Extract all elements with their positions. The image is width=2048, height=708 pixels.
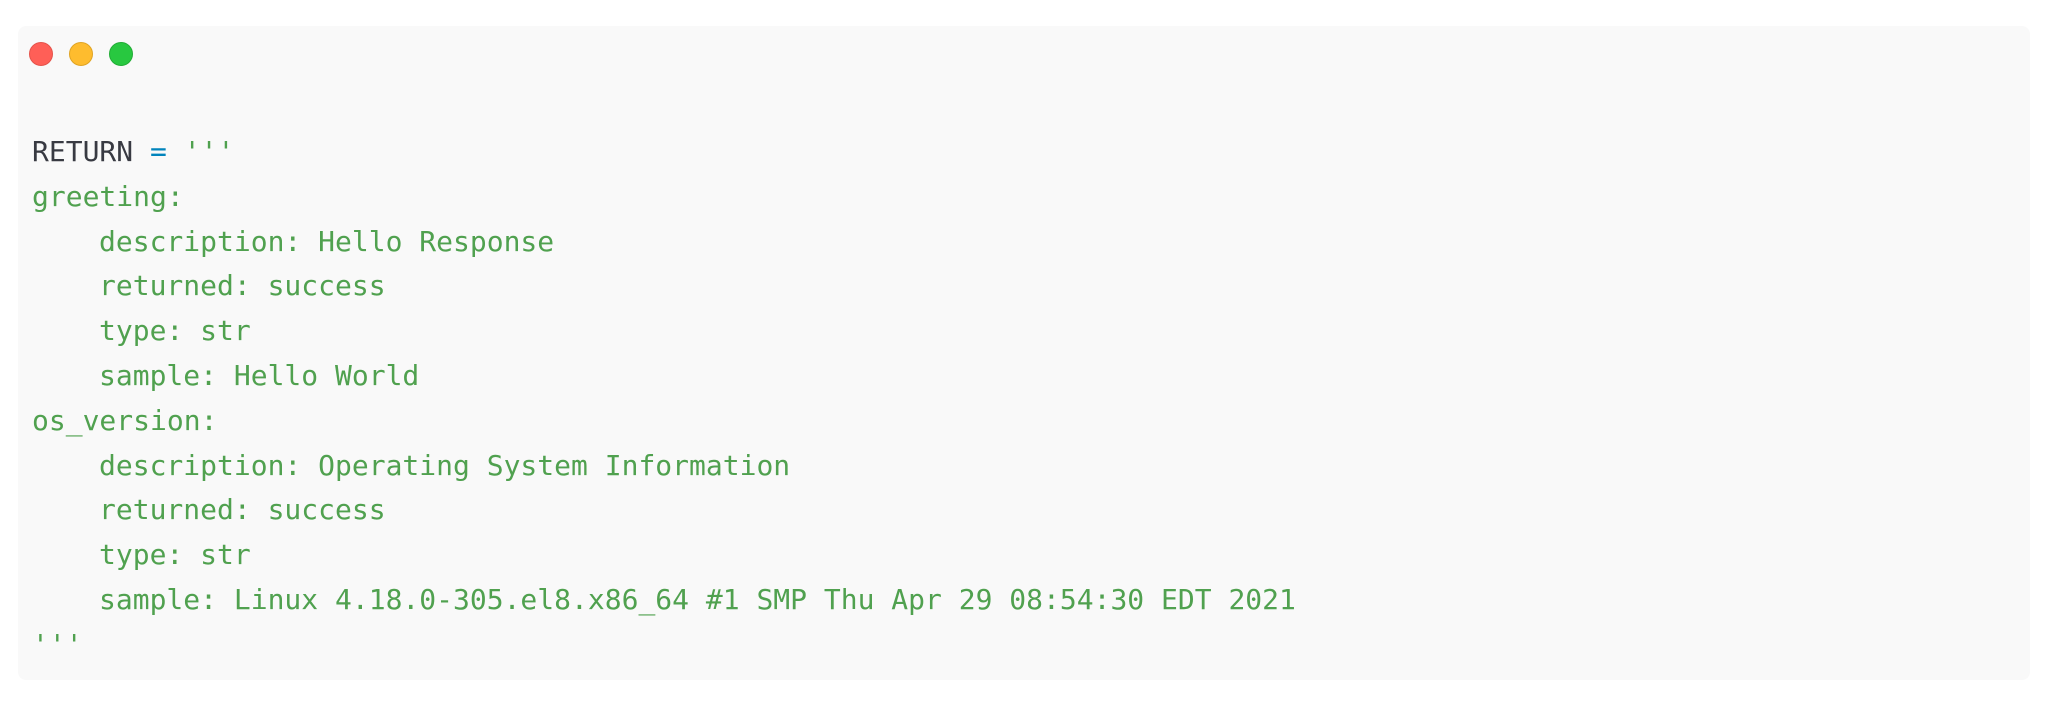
maximize-window-button[interactable] bbox=[109, 42, 133, 66]
string-open-quote: ''' bbox=[183, 135, 235, 168]
code-line-2: greeting: bbox=[32, 179, 184, 213]
code-line-7: os_version: bbox=[32, 403, 218, 437]
code-line-9: returned: success bbox=[99, 493, 386, 527]
code-line-1: RETURN = ''' bbox=[32, 130, 1296, 175]
code-block: RETURN = ''' greeting: description: Hello … bbox=[32, 130, 1296, 668]
code-line-10: type: str bbox=[99, 538, 251, 572]
code-line-8: description: Operating System Informatio… bbox=[99, 448, 791, 482]
code-line-11: sample: Linux 4.18.0-305.el8.x86_64 #1 S… bbox=[99, 582, 1296, 616]
code-line-12: ''' bbox=[32, 627, 83, 661]
assignment-operator: = bbox=[150, 135, 167, 168]
code-line-5: type: str bbox=[99, 314, 251, 348]
code-line-4: returned: success bbox=[99, 269, 386, 303]
window-controls bbox=[29, 42, 133, 66]
minimize-window-button[interactable] bbox=[69, 42, 93, 66]
code-line-6: sample: Hello World bbox=[99, 358, 420, 392]
variable-name: RETURN bbox=[32, 135, 134, 168]
close-window-button[interactable] bbox=[29, 42, 53, 66]
code-line-3: description: Hello Response bbox=[99, 224, 555, 258]
